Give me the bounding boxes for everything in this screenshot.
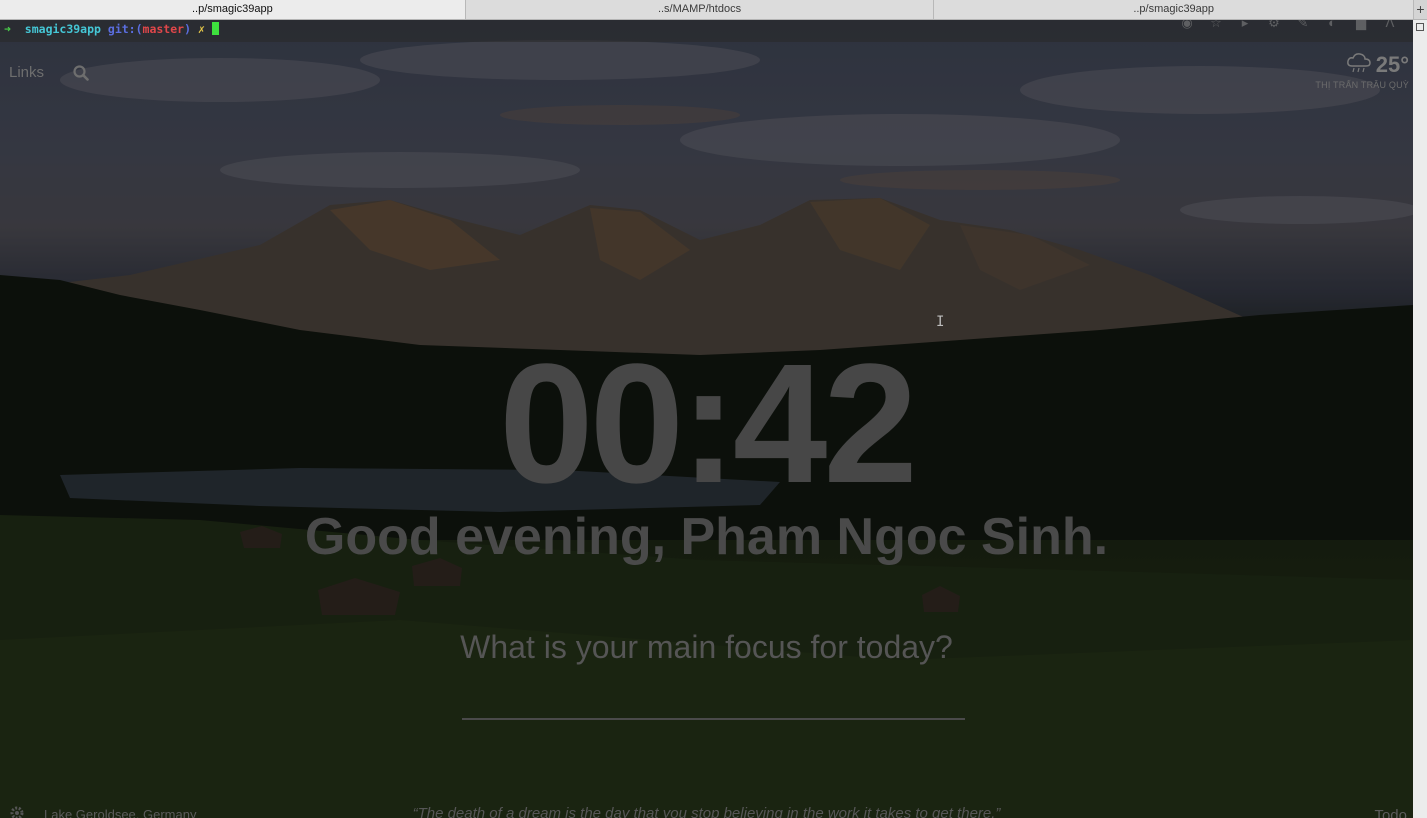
prompt-git-branch: master: [142, 22, 185, 36]
prompt-dirty-icon: ✗: [197, 22, 205, 36]
screen: ..p/smagic39app ..s/MAMP/htdocs ..p/smag…: [0, 0, 1427, 818]
weather-location: THỊ TRẤN TRÂU QUỲ: [1315, 80, 1409, 90]
weather-temperature: 25°: [1375, 52, 1409, 77]
focus-question: What is your main focus for today?: [460, 629, 953, 665]
rain-cloud-icon: [1346, 53, 1371, 73]
prompt-git-suffix: ): [184, 22, 192, 36]
prompt-arrow-icon: ➜: [4, 22, 11, 36]
prompt-directory: smagic39app: [24, 22, 101, 36]
text-cursor-icon: I: [936, 314, 945, 330]
search-icon[interactable]: [73, 65, 89, 81]
terminal-tab-bar: ..p/smagic39app ..s/MAMP/htdocs ..p/smag…: [0, 0, 1427, 20]
terminal-scrollbar[interactable]: [1413, 20, 1427, 818]
clock-time: 00:42: [499, 329, 918, 519]
greeting-text: Good evening, Pham Ngoc Sinh.: [304, 508, 1109, 566]
focus-input[interactable]: [462, 676, 965, 720]
quote-text[interactable]: “The death of a dream is the day that yo…: [0, 805, 1413, 818]
weather-widget[interactable]: 25° THỊ TRẤN TRÂU QUỲ: [1315, 52, 1409, 90]
todo-button[interactable]: Todo: [1374, 807, 1407, 818]
links-button[interactable]: Links: [9, 64, 44, 81]
terminal-tab-3[interactable]: ..p/smagic39app: [934, 0, 1414, 19]
terminal-cursor: [211, 22, 219, 35]
terminal-tab-1[interactable]: ..p/smagic39app: [0, 0, 466, 19]
scroll-indicator-icon[interactable]: [1416, 23, 1424, 31]
prompt-git-prefix: git:(: [107, 22, 143, 36]
new-tab-button[interactable]: +: [1414, 0, 1427, 19]
terminal-tab-2[interactable]: ..s/MAMP/htdocs: [466, 0, 935, 19]
